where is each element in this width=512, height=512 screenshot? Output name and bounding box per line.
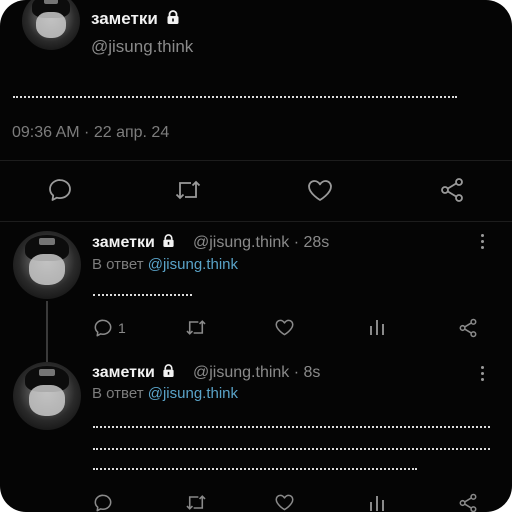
avatar[interactable] xyxy=(13,231,81,299)
retweet-icon[interactable] xyxy=(174,178,202,202)
lock-icon xyxy=(167,10,179,25)
mention-link[interactable]: @jisung.think xyxy=(148,256,238,273)
comment-icon[interactable] xyxy=(93,493,113,512)
divider xyxy=(0,160,512,161)
share-icon[interactable] xyxy=(458,318,478,338)
lock-icon xyxy=(163,363,174,377)
more-vertical-icon[interactable] xyxy=(481,366,485,384)
reply-body-dots xyxy=(93,448,490,450)
retweet-icon[interactable] xyxy=(185,318,207,337)
reply-body-dots xyxy=(93,426,490,428)
reply-body-dots xyxy=(93,294,192,296)
views-icon[interactable] xyxy=(368,494,386,512)
reply-to-line: В ответ @jisung.think xyxy=(92,385,239,402)
share-icon[interactable] xyxy=(439,177,465,203)
more-vertical-icon[interactable] xyxy=(481,234,485,252)
tweet-body-dots xyxy=(13,96,457,98)
comment-icon[interactable] xyxy=(47,177,73,203)
display-name[interactable]: заметки xyxy=(91,9,180,29)
comment-count: 1 xyxy=(118,320,126,336)
mention-link[interactable]: @jisung.think xyxy=(148,385,238,402)
display-name[interactable]: заметки xyxy=(92,233,175,252)
lock-icon xyxy=(163,233,174,247)
heart-icon[interactable] xyxy=(306,178,334,203)
reply-to-line: В ответ @jisung.think xyxy=(92,256,239,273)
heart-icon[interactable] xyxy=(274,318,295,337)
display-name[interactable]: заметки xyxy=(92,363,175,382)
retweet-icon[interactable] xyxy=(185,493,207,512)
user-handle[interactable]: @jisung.think xyxy=(91,37,193,57)
screenshot-frame: заметки @jisung.think 09:36 AM · 22 апр.… xyxy=(0,0,512,512)
avatar[interactable] xyxy=(13,362,81,430)
tweet-timestamp[interactable]: 09:36 AM · 22 апр. 24 xyxy=(12,124,169,142)
handle-and-time[interactable]: @jisung.think · 28s xyxy=(193,234,329,252)
avatar[interactable] xyxy=(22,0,80,50)
thread-line xyxy=(46,301,48,363)
views-icon[interactable] xyxy=(368,318,386,336)
handle-and-time[interactable]: @jisung.think · 8s xyxy=(193,364,320,382)
heart-icon[interactable] xyxy=(274,493,295,512)
comment-icon[interactable] xyxy=(93,318,113,338)
reply-body-dots xyxy=(93,468,417,470)
divider xyxy=(0,221,512,222)
share-icon[interactable] xyxy=(458,493,478,512)
